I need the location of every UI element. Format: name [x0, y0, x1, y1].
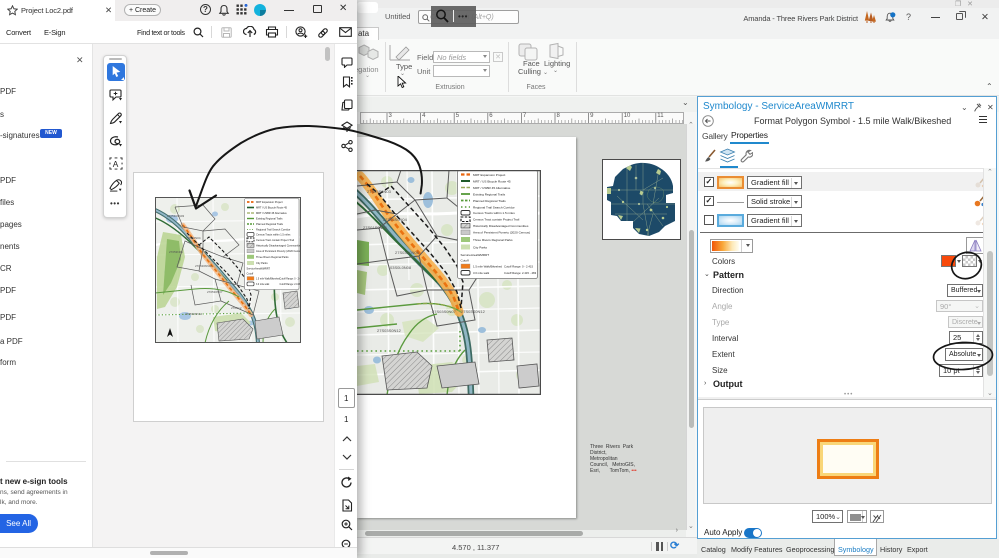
svg-text:3.0 mile walk: 3.0 mile walk [473, 271, 490, 275]
svg-text:Cutoff: Cutoff [247, 272, 254, 276]
svg-text:MRT / USBR 45 Alternative: MRT / USBR 45 Alternative [256, 211, 287, 215]
svg-text:Census Tracts within 1.5 miles: Census Tracts within 1.5 miles [256, 233, 291, 237]
svg-text:27S01S0N05: 27S01S0N05 [363, 225, 388, 230]
svg-text:27S03S0N12: 27S03S0N12 [461, 309, 486, 314]
svg-text:270N12: 270N12 [231, 306, 242, 310]
svg-text:Planned Regional Trails: Planned Regional Trails [256, 222, 284, 226]
svg-text:27S03S0N07: 27S03S0N07 [432, 309, 457, 314]
svg-text:Area of Persistent Poverty (20: Area of Persistent Poverty (2020 Census) [256, 249, 301, 253]
svg-text:Census Tract contain Project T: Census Tract contain Project Trail [256, 238, 295, 242]
svg-text:1.5 mile Walk/Bikeshed: 1.5 mile Walk/Bikeshed [473, 265, 502, 269]
svg-text:MRT / USBR 45 Alternative: MRT / USBR 45 Alternative [473, 186, 511, 190]
svg-text:Census Tracts within 1.5 miles: Census Tracts within 1.5 miles [473, 211, 515, 215]
svg-text:03S0L0N08: 03S0L0N08 [390, 265, 412, 270]
svg-text:Cutoff Range: 0 - 2.415: Cutoff Range: 0 - 2.415 [504, 265, 533, 269]
svg-text:270530N07: 270530N07 [207, 290, 223, 294]
svg-text:Three Rivers Regional Parks: Three Rivers Regional Parks [256, 255, 289, 259]
svg-text:2705306N12: 2705306N12 [185, 312, 203, 316]
svg-text:Area of Persistent Poverty (20: Area of Persistent Poverty (2020 Census) [473, 231, 530, 235]
svg-text:27S03S0N12: 27S03S0N12 [377, 328, 402, 333]
svg-text:MRT / US Bicycle Route 45: MRT / US Bicycle Route 45 [256, 206, 287, 210]
svg-text:A: A [113, 159, 119, 169]
svg-text:Three Rivers Regional Parks: Three Rivers Regional Parks [473, 238, 513, 242]
svg-text:27053N05: 27053N05 [169, 250, 183, 254]
svg-text:27S03S0N03: 27S03S0N03 [367, 189, 392, 194]
svg-text:MRT Expansion Project: MRT Expansion Project [256, 200, 283, 204]
svg-text:MRT / US Bicycle Route 45: MRT / US Bicycle Route 45 [473, 180, 511, 184]
svg-text:Cutoff: Cutoff [461, 259, 469, 263]
svg-text:ServiceAreaWMRRT: ServiceAreaWMRRT [461, 253, 490, 257]
svg-text:2705306N06: 2705306N06 [195, 264, 213, 268]
svg-text:1.5 mile Walk/Bikeshed: 1.5 mile Walk/Bikeshed [256, 279, 281, 281]
svg-text:Cutoff Range: 2.415 - 483: Cutoff Range: 2.415 - 483 [280, 283, 302, 286]
svg-text:Existing Regional Trails: Existing Regional Trails [473, 193, 506, 197]
svg-text:270530N04: 270530N04 [185, 236, 201, 240]
svg-text:Historically Disadvantaged Com: Historically Disadvantaged Communities [473, 224, 529, 228]
svg-text:Planned Regional Trails: Planned Regional Trails [473, 199, 506, 203]
svg-text:2705306N03: 2705306N03 [167, 214, 185, 218]
svg-text:Historically Disadvantaged Com: Historically Disadvantaged Communities [256, 244, 301, 248]
svg-text:MRT Expansion Project: MRT Expansion Project [473, 173, 506, 177]
svg-text:Cutoff Range: 2.415 - 483: Cutoff Range: 2.415 - 483 [504, 271, 537, 275]
svg-text:Regional Trail Search Corridor: Regional Trail Search Corridor [256, 228, 290, 232]
svg-text:Existing Regional Trails: Existing Regional Trails [256, 217, 283, 221]
svg-text:City Parks: City Parks [256, 261, 268, 265]
svg-text:Cutoff Range: 0 - 2.415: Cutoff Range: 0 - 2.415 [280, 278, 302, 281]
svg-text:City Parks: City Parks [473, 246, 488, 250]
svg-text:Census Tract contain Project T: Census Tract contain Project Trail [473, 218, 520, 222]
svg-text:27S03S0N04: 27S03S0N04 [383, 217, 408, 222]
svg-text:3.0 mile walk: 3.0 mile walk [256, 284, 270, 286]
svg-text:Regional Trail Search Corridor: Regional Trail Search Corridor [473, 206, 515, 210]
svg-text:27S03S0N06: 27S03S0N06 [395, 250, 420, 255]
svg-text:ServiceAreaWMRRT: ServiceAreaWMRRT [247, 267, 271, 271]
